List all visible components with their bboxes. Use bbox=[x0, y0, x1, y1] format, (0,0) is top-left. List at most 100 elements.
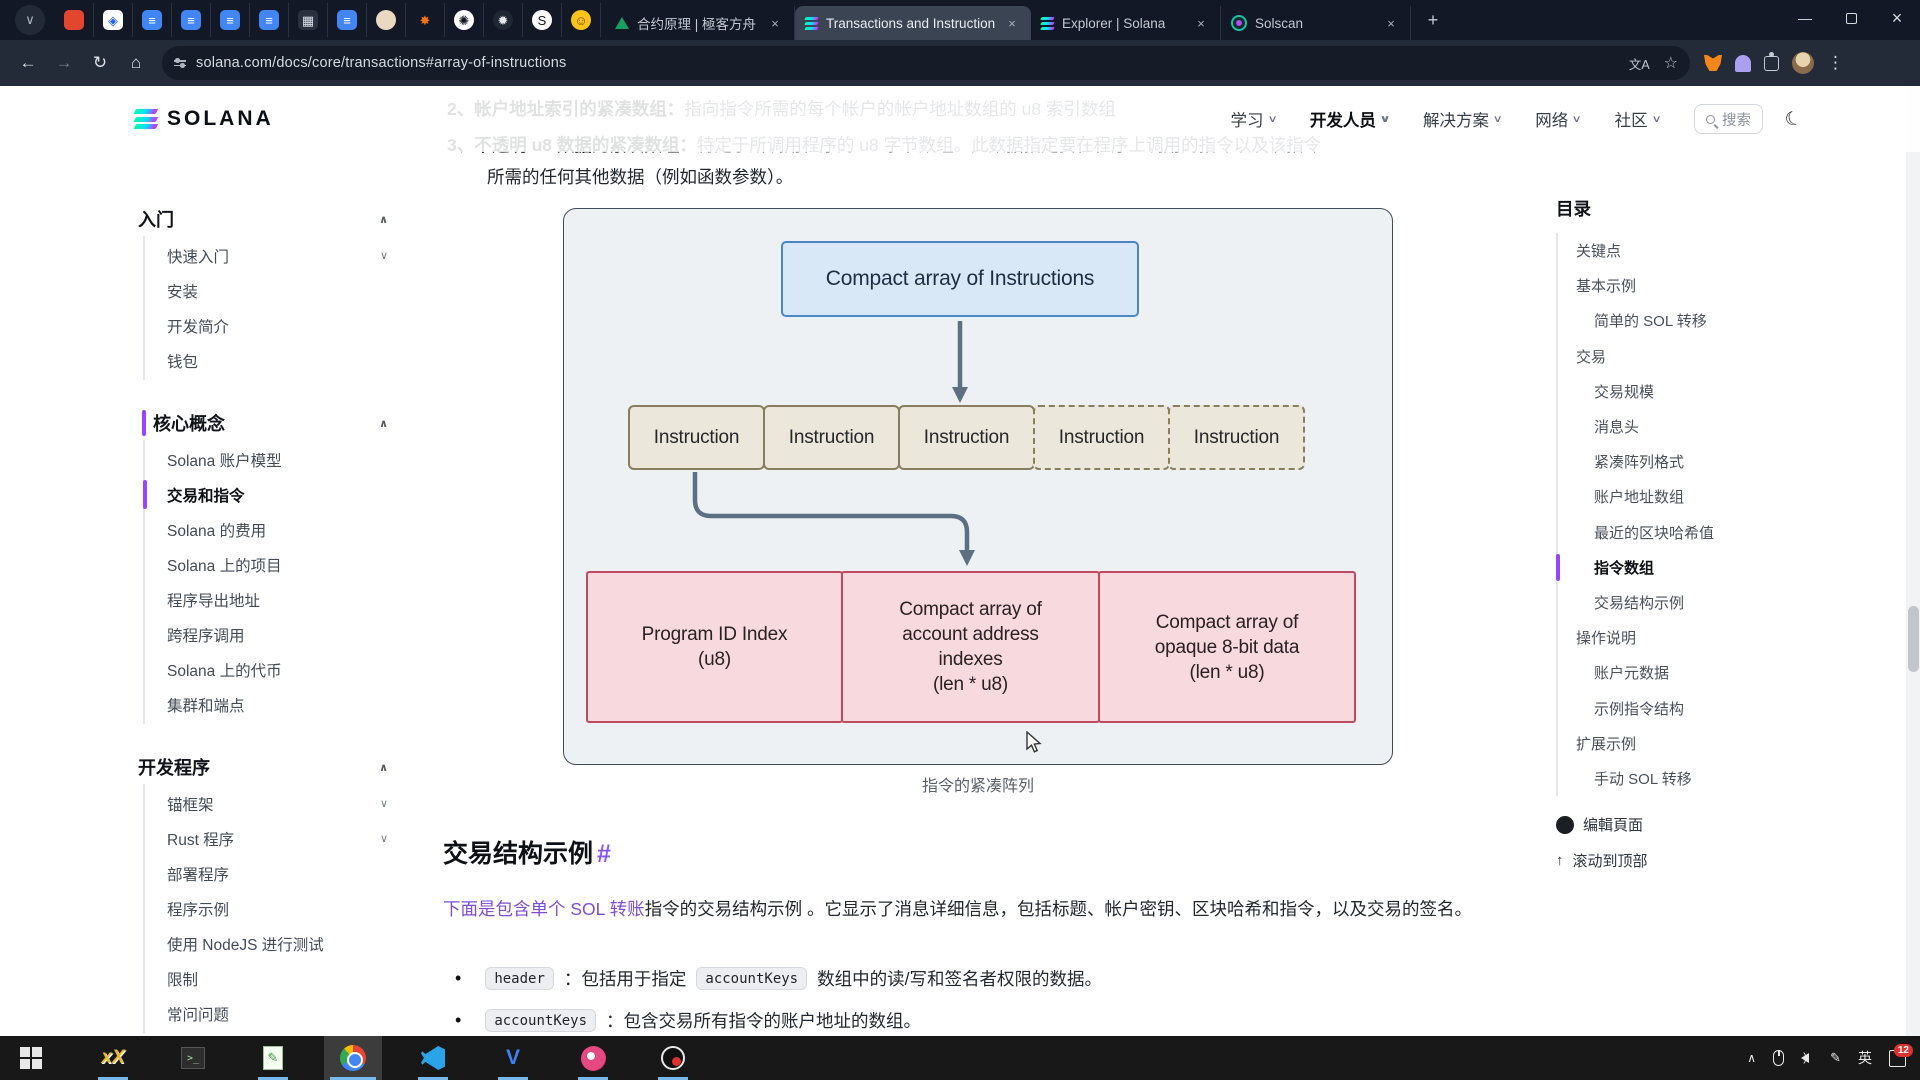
toc-item[interactable]: 扩展示例 bbox=[1558, 726, 1808, 761]
sidebar-section-title[interactable]: 入门∧ bbox=[138, 202, 396, 236]
sidebar-item[interactable]: 部署程序 bbox=[145, 856, 396, 891]
pinned-tab-doc-2[interactable]: ≡ bbox=[172, 3, 211, 37]
browser-tab[interactable]: Explorer | Solana× bbox=[1031, 6, 1221, 40]
taskbar-terminal-button[interactable]: >_ bbox=[164, 1036, 222, 1080]
site-controls-icon[interactable] bbox=[174, 60, 186, 66]
anchor-link[interactable]: # bbox=[597, 840, 611, 868]
sidebar-section-title[interactable]: 核心概念∧ bbox=[138, 406, 396, 440]
input-language-indicator[interactable]: 英 bbox=[1858, 1048, 1872, 1068]
browser-menu-icon[interactable]: ⋮ bbox=[1827, 53, 1844, 73]
toc-item[interactable]: 指令数组 bbox=[1558, 550, 1808, 585]
minimize-button[interactable]: — bbox=[1782, 0, 1828, 36]
nav-item-社区[interactable]: 社区∨ bbox=[1615, 107, 1660, 131]
sidebar-item[interactable]: 跨程序调用 bbox=[145, 617, 396, 652]
taskbar-vscode-button[interactable] bbox=[404, 1036, 462, 1080]
toc-item[interactable]: 账户地址数组 bbox=[1558, 479, 1808, 514]
sidebar-item[interactable]: 程序示例 bbox=[145, 891, 396, 926]
pinned-tab-doc-3[interactable]: ≡ bbox=[211, 3, 250, 37]
extensions-puzzle-icon[interactable] bbox=[1764, 56, 1779, 71]
toc-item[interactable]: 关键点 bbox=[1558, 233, 1808, 268]
sidebar-item[interactable]: 锚框架∨ bbox=[145, 786, 396, 821]
toc-item[interactable]: 交易结构示例 bbox=[1558, 585, 1808, 620]
close-button[interactable]: × bbox=[1874, 0, 1920, 36]
tab-close-icon[interactable]: × bbox=[766, 14, 784, 32]
pinned-tab-starburst[interactable]: ✸ bbox=[406, 3, 445, 37]
pen-icon[interactable]: ✎ bbox=[1830, 1050, 1841, 1066]
tab-close-icon[interactable]: × bbox=[1382, 14, 1400, 32]
sidebar-item[interactable]: 限制 bbox=[145, 961, 396, 996]
tab-close-icon[interactable]: × bbox=[1192, 14, 1210, 32]
sidebar-item[interactable]: 程序导出地址 bbox=[145, 582, 396, 617]
sidebar-item[interactable]: 开发简介 bbox=[145, 308, 396, 343]
sidebar-item[interactable]: Rust 程序∨ bbox=[145, 821, 396, 856]
sidebar-item[interactable]: Solana 上的代币 bbox=[145, 652, 396, 687]
new-tab-button[interactable]: + bbox=[1419, 6, 1447, 34]
pinned-tab-doc-4[interactable]: ≡ bbox=[250, 3, 289, 37]
nav-item-网络[interactable]: 网络∨ bbox=[1535, 107, 1580, 131]
toc-item[interactable]: 交易规模 bbox=[1558, 374, 1808, 409]
tab-close-icon[interactable]: × bbox=[1003, 14, 1021, 32]
mouse-utility-icon[interactable] bbox=[1773, 1050, 1784, 1066]
pinned-tab-doc-1[interactable]: ≡ bbox=[133, 3, 172, 37]
taskbar-xshell-button[interactable]: xX bbox=[84, 1036, 142, 1080]
pinned-tab-red-app[interactable] bbox=[55, 3, 94, 37]
home-button[interactable]: ⌂ bbox=[120, 47, 152, 79]
forward-button[interactable]: → bbox=[48, 47, 80, 79]
nav-item-开发人员[interactable]: 开发人员∨ bbox=[1310, 107, 1389, 131]
sidebar-item[interactable]: 集群和端点 bbox=[145, 687, 396, 722]
nav-item-学习[interactable]: 学习∨ bbox=[1231, 107, 1276, 131]
back-button[interactable]: ← bbox=[12, 47, 44, 79]
toc-item[interactable]: 操作说明 bbox=[1558, 620, 1808, 655]
toc-item[interactable]: 简单的 SOL 转移 bbox=[1558, 303, 1808, 338]
sidebar-item[interactable]: Solana 的费用 bbox=[145, 512, 396, 547]
toc-item[interactable]: 消息头 bbox=[1558, 409, 1808, 444]
site-search[interactable]: 搜索 bbox=[1694, 104, 1763, 134]
pinned-tab-shield[interactable]: ◈ bbox=[94, 3, 133, 37]
toc-item[interactable]: 最近的区块哈希值 bbox=[1558, 515, 1808, 550]
taskbar-chrome-button[interactable] bbox=[324, 1036, 382, 1080]
metamask-icon[interactable] bbox=[1704, 55, 1722, 71]
pinned-tab-doc-5[interactable]: ≡ bbox=[328, 3, 367, 37]
scrollbar-thumb[interactable] bbox=[1908, 606, 1919, 672]
toc-item[interactable]: 手动 SOL 转移 bbox=[1558, 761, 1808, 796]
phantom-icon[interactable] bbox=[1735, 55, 1751, 72]
reload-button[interactable]: ↻ bbox=[84, 47, 116, 79]
sidebar-item[interactable]: 快速入门∨ bbox=[145, 238, 396, 273]
pinned-tab-openai-light[interactable]: ✺ bbox=[445, 3, 484, 37]
scroll-to-top-link[interactable]: ↑ 滚动到顶部 bbox=[1556, 850, 1648, 871]
sidebar-item[interactable]: 钱包 bbox=[145, 343, 396, 378]
dark-mode-toggle[interactable]: ☾ bbox=[1782, 105, 1805, 132]
nav-item-解决方案[interactable]: 解决方案∨ bbox=[1423, 107, 1501, 131]
sidebar-item[interactable]: 常问问题 bbox=[145, 996, 396, 1031]
sidebar-item[interactable]: Solana 上的项目 bbox=[145, 547, 396, 582]
profile-avatar[interactable] bbox=[1792, 52, 1814, 74]
volume-icon[interactable] bbox=[1801, 1053, 1809, 1063]
sidebar-item[interactable]: 安装 bbox=[145, 273, 396, 308]
taskbar-notepadpp-button[interactable]: ✎ bbox=[244, 1036, 302, 1080]
pinned-tab-dark-swirl[interactable]: ✹ bbox=[484, 3, 523, 37]
taskbar-obs-button[interactable] bbox=[644, 1036, 702, 1080]
hidden-icons-chevron[interactable]: ∧ bbox=[1747, 1051, 1756, 1065]
sidebar-item[interactable]: 交易和指令 bbox=[145, 477, 396, 512]
sidebar-section-title[interactable]: 开发程序∧ bbox=[138, 750, 396, 784]
browser-tab[interactable]: Transactions and Instructions× bbox=[795, 6, 1031, 40]
translate-icon[interactable]: 文A bbox=[1629, 54, 1650, 73]
sidebar-item[interactable]: 使用 NodeJS 进行测试 bbox=[145, 926, 396, 961]
taskbar-red-swirl-app-button[interactable] bbox=[564, 1036, 622, 1080]
pinned-tab-avatar[interactable] bbox=[367, 3, 406, 37]
notification-center-icon[interactable]: 12 bbox=[1889, 1050, 1906, 1067]
tab-search-button[interactable]: ∨ bbox=[15, 5, 45, 35]
address-bar[interactable]: solana.com/docs/core/transactions#array-… bbox=[162, 46, 1690, 80]
maximize-button[interactable] bbox=[1828, 0, 1874, 36]
browser-tab[interactable]: Solscan× bbox=[1221, 6, 1411, 40]
toc-item[interactable]: 紧凑阵列格式 bbox=[1558, 444, 1808, 479]
bookmark-star-icon[interactable]: ☆ bbox=[1664, 53, 1678, 73]
browser-tab[interactable]: 合约原理 | 極客方舟× bbox=[605, 6, 795, 40]
sidebar-item[interactable]: Solana 账户模型 bbox=[145, 442, 396, 477]
edit-page-link[interactable]: 编輯頁面 bbox=[1556, 814, 1643, 835]
taskbar-start-button[interactable] bbox=[2, 1036, 60, 1080]
pinned-tab-s-coin[interactable]: S bbox=[523, 3, 562, 37]
pinned-tab-smiley[interactable]: ☺ bbox=[562, 3, 601, 37]
solana-logo[interactable]: SOLANA bbox=[135, 107, 274, 131]
url-text[interactable]: solana.com/docs/core/transactions#array-… bbox=[196, 55, 1629, 71]
